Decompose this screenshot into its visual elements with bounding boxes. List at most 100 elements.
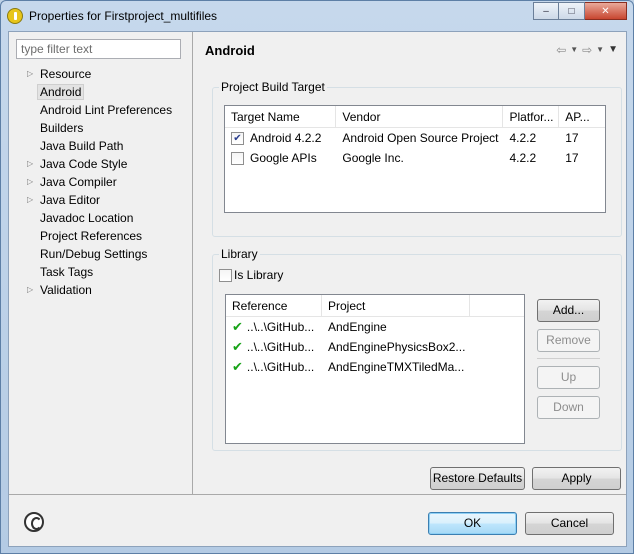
build-target-table[interactable]: Target Name Vendor Platfor... AP... ✔ And… bbox=[224, 105, 606, 213]
reference-path: ..\..\GitHub... bbox=[246, 360, 315, 374]
footer-divider bbox=[9, 494, 626, 495]
view-menu-icon[interactable]: ▼ bbox=[608, 44, 618, 57]
tree-item-label: Javadoc Location bbox=[40, 211, 134, 225]
tree-item[interactable]: Run/Debug Settings bbox=[19, 245, 189, 263]
valid-check-icon: ✔ bbox=[232, 359, 243, 374]
library-reference-table[interactable]: Reference Project ✔ ..\..\GitHub... AndEng… bbox=[225, 294, 525, 444]
tree-item-label: Java Code Style bbox=[40, 157, 128, 171]
column-empty bbox=[470, 295, 524, 316]
tree-item-label: Builders bbox=[40, 121, 84, 135]
eclipse-app-icon bbox=[7, 8, 23, 24]
close-button[interactable]: ✕ bbox=[585, 2, 627, 20]
back-arrow-icon[interactable]: ⇦ bbox=[556, 43, 566, 57]
api-cell: 17 bbox=[565, 131, 579, 145]
tree-item[interactable]: ▷ Java Compiler bbox=[19, 173, 189, 191]
page-title: Android bbox=[205, 43, 255, 58]
down-button[interactable]: Down bbox=[537, 396, 600, 419]
library-row[interactable]: ✔ ..\..\GitHub... AndEngineTMXTiledMa... bbox=[226, 357, 524, 377]
build-target-group: Project Build Target Target Name Vendor … bbox=[212, 80, 622, 237]
column-vendor[interactable]: Vendor bbox=[336, 106, 504, 127]
tree-item[interactable]: ▷ Validation bbox=[19, 281, 189, 299]
ok-button[interactable]: OK bbox=[428, 512, 517, 535]
is-library-option[interactable]: Is Library bbox=[219, 268, 284, 283]
column-project[interactable]: Project bbox=[322, 295, 470, 316]
tree-item[interactable]: Builders bbox=[19, 119, 189, 137]
tree-item-label: Java Editor bbox=[40, 193, 101, 207]
tree-item-label: Java Compiler bbox=[40, 175, 117, 189]
tree-item[interactable]: Android bbox=[19, 83, 189, 101]
page-nav-toolbar: ⇦ ▼ ⇨ ▼ ▼ bbox=[556, 43, 618, 57]
expand-arrow-icon[interactable]: ▷ bbox=[27, 281, 33, 299]
build-target-rows: ✔ Android 4.2.2 Android Open Source Projec… bbox=[225, 128, 605, 168]
project-cell: AndEnginePhysicsBox2... bbox=[328, 340, 466, 354]
target-name-cell: ✔ Android 4.2.2 bbox=[225, 128, 336, 148]
column-target-name[interactable]: Target Name bbox=[225, 106, 337, 127]
restore-defaults-button[interactable]: Restore Defaults bbox=[430, 467, 525, 490]
dialog-client-area: ▷ Resource Android Android Lint Preferences… bbox=[8, 31, 627, 547]
platform-cell: 4.2.2 bbox=[509, 151, 537, 165]
tree-item-label: Resource bbox=[40, 67, 92, 81]
up-button[interactable]: Up bbox=[537, 366, 600, 389]
project-cell: AndEngineTMXTiledMa... bbox=[328, 360, 465, 374]
tree-item[interactable]: Java Build Path bbox=[19, 137, 189, 155]
tree-item[interactable]: ▷ Java Editor bbox=[19, 191, 189, 209]
expand-arrow-icon[interactable]: ▷ bbox=[27, 191, 33, 209]
column-reference[interactable]: Reference bbox=[226, 295, 322, 316]
tree-item[interactable]: Project References bbox=[19, 227, 189, 245]
tree-item-label: Android bbox=[37, 84, 85, 100]
expand-arrow-icon[interactable]: ▷ bbox=[27, 173, 33, 191]
target-checkbox[interactable] bbox=[231, 152, 244, 166]
build-target-row[interactable]: ✔ Android 4.2.2 Android Open Source Projec… bbox=[225, 128, 605, 148]
apply-button[interactable]: Apply bbox=[532, 467, 621, 490]
cancel-button[interactable]: Cancel bbox=[525, 512, 614, 535]
tree-item[interactable]: Javadoc Location bbox=[19, 209, 189, 227]
valid-check-icon: ✔ bbox=[232, 339, 243, 354]
tree-item-label: Java Build Path bbox=[40, 139, 124, 153]
help-icon[interactable] bbox=[24, 512, 44, 532]
target-name: Google APIs bbox=[250, 151, 317, 165]
library-group-label: Library bbox=[219, 247, 260, 261]
reference-cell: ✔ ..\..\GitHub... bbox=[226, 337, 322, 357]
expand-arrow-icon[interactable]: ▷ bbox=[27, 155, 33, 173]
project-cell: AndEngine bbox=[328, 320, 387, 334]
tree-item[interactable]: ▷ Java Code Style bbox=[19, 155, 189, 173]
reference-path: ..\..\GitHub... bbox=[246, 320, 315, 334]
library-group: Library Is Library Reference Project ✔..… bbox=[212, 247, 622, 451]
tree-item-label: Validation bbox=[40, 283, 92, 297]
api-cell: 17 bbox=[565, 151, 579, 165]
back-dropdown-icon[interactable]: ▼ bbox=[570, 45, 578, 57]
is-library-label: Is Library bbox=[234, 268, 284, 282]
filter-input[interactable] bbox=[16, 39, 181, 59]
column-platform[interactable]: Platfor... bbox=[503, 106, 560, 127]
vendor-cell: Android Open Source Project bbox=[342, 131, 499, 145]
properties-dialog: Properties for Firstproject_multifiles –… bbox=[0, 0, 634, 554]
window-title: Properties for Firstproject_multifiles bbox=[29, 9, 218, 23]
forward-arrow-icon[interactable]: ⇨ bbox=[582, 43, 592, 57]
title-bar[interactable]: Properties for Firstproject_multifiles –… bbox=[1, 1, 633, 31]
reference-cell: ✔ ..\..\GitHub... bbox=[226, 357, 322, 377]
forward-dropdown-icon[interactable]: ▼ bbox=[596, 45, 604, 57]
tree-item[interactable]: Android Lint Preferences bbox=[19, 101, 189, 119]
column-api[interactable]: AP... bbox=[559, 106, 605, 127]
window-controls: – □ ✕ bbox=[533, 2, 627, 20]
library-row[interactable]: ✔ ..\..\GitHub... AndEnginePhysicsBox2... bbox=[226, 337, 524, 357]
add-button[interactable]: Add... bbox=[537, 299, 600, 322]
build-target-group-label: Project Build Target bbox=[219, 80, 327, 94]
remove-button[interactable]: Remove bbox=[537, 329, 600, 352]
property-page-tree: ▷ Resource Android Android Lint Preferences… bbox=[19, 65, 189, 299]
expand-arrow-icon[interactable]: ▷ bbox=[27, 65, 33, 83]
vendor-cell: Google Inc. bbox=[342, 151, 404, 165]
target-name-cell: Google APIs bbox=[225, 148, 336, 168]
library-header: Reference Project bbox=[226, 295, 524, 317]
target-checkbox[interactable]: ✔ bbox=[231, 132, 244, 146]
property-page: Android ⇦ ▼ ⇨ ▼ ▼ Project Build Target T… bbox=[193, 32, 626, 494]
reference-path: ..\..\GitHub... bbox=[246, 340, 315, 354]
maximize-button[interactable]: □ bbox=[559, 2, 585, 20]
library-row[interactable]: ✔ ..\..\GitHub... AndEngine bbox=[226, 317, 524, 337]
is-library-checkbox[interactable] bbox=[219, 269, 232, 283]
tree-item[interactable]: Task Tags bbox=[19, 263, 189, 281]
minimize-button[interactable]: – bbox=[533, 2, 559, 20]
build-target-row[interactable]: Google APIs Google Inc. 4.2.2 17 bbox=[225, 148, 605, 168]
library-rows: ✔ ..\..\GitHub... AndEngine ✔ ..\..\GitHub..… bbox=[226, 317, 524, 377]
tree-item[interactable]: ▷ Resource bbox=[19, 65, 189, 83]
